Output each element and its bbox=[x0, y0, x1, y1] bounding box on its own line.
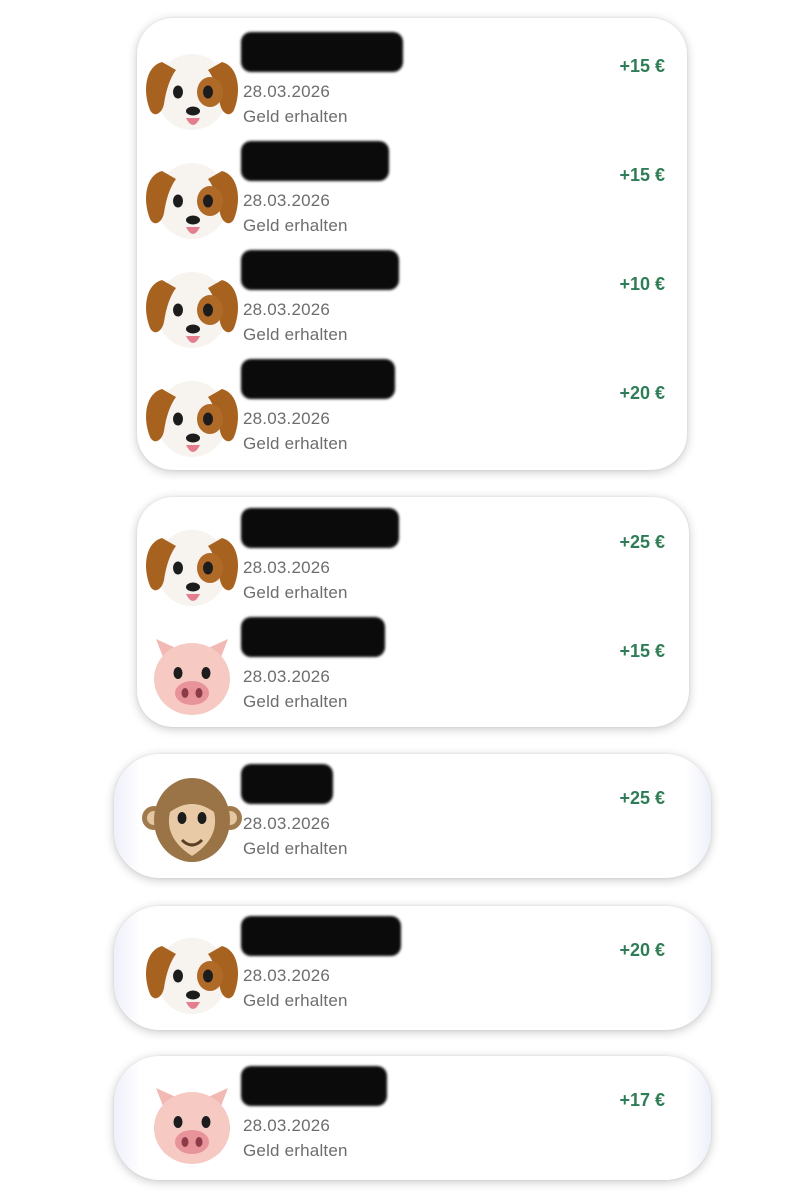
transaction-group-card: 28.03.2026 Geld erhalten +25 € 28.03.202… bbox=[137, 497, 689, 727]
transaction-row[interactable]: 28.03.2026 Geld erhalten +17 € bbox=[137, 1060, 711, 1168]
transaction-group-card: 28.03.2026 Geld erhalten +15 € 28.03.202… bbox=[137, 18, 687, 470]
pig-emoji-icon bbox=[140, 619, 244, 719]
redacted-name bbox=[241, 508, 399, 548]
redacted-name bbox=[241, 1066, 387, 1106]
redacted-name bbox=[241, 250, 399, 290]
monkey-emoji-icon bbox=[140, 766, 244, 866]
transaction-row[interactable]: 28.03.2026 Geld erhalten +10 € bbox=[137, 244, 687, 352]
transaction-amount: +17 € bbox=[619, 1090, 665, 1110]
transaction-status: Geld erhalten bbox=[243, 991, 348, 1010]
transaction-amount: +15 € bbox=[619, 56, 665, 76]
transaction-date: 28.03.2026 bbox=[243, 558, 331, 577]
transaction-amount: +15 € bbox=[619, 165, 665, 185]
transaction-row[interactable]: 28.03.2026 Geld erhalten +25 € bbox=[137, 758, 711, 866]
transaction-date: 28.03.2026 bbox=[243, 409, 331, 428]
transaction-row[interactable]: 28.03.2026 Geld erhalten +20 € bbox=[137, 353, 687, 461]
transaction-status: Geld erhalten bbox=[243, 107, 348, 126]
transaction-date: 28.03.2026 bbox=[243, 814, 331, 833]
transaction-row[interactable]: 28.03.2026 Geld erhalten +15 € bbox=[137, 26, 687, 134]
transaction-status: Geld erhalten bbox=[243, 216, 348, 235]
pig-emoji-icon bbox=[140, 1068, 244, 1168]
transaction-amount: +10 € bbox=[619, 274, 665, 294]
redacted-name bbox=[241, 764, 333, 804]
transaction-row[interactable]: 28.03.2026 Geld erhalten +15 € bbox=[137, 135, 687, 243]
dog-emoji-icon bbox=[140, 143, 244, 243]
transaction-date: 28.03.2026 bbox=[243, 82, 331, 101]
transaction-date: 28.03.2026 bbox=[243, 966, 331, 985]
dog-emoji-icon bbox=[140, 918, 244, 1018]
transaction-date: 28.03.2026 bbox=[243, 300, 331, 319]
transaction-row[interactable]: 28.03.2026 Geld erhalten +20 € bbox=[137, 910, 711, 1018]
transaction-row[interactable]: 28.03.2026 Geld erhalten +25 € bbox=[137, 502, 689, 610]
redacted-name bbox=[241, 141, 389, 181]
dog-emoji-icon bbox=[140, 510, 244, 610]
transaction-group-card: 28.03.2026 Geld erhalten +20 € bbox=[114, 906, 711, 1030]
transaction-group-card: 28.03.2026 Geld erhalten +17 € bbox=[114, 1056, 711, 1180]
transaction-status: Geld erhalten bbox=[243, 434, 348, 453]
dog-emoji-icon bbox=[140, 361, 244, 461]
transaction-date: 28.03.2026 bbox=[243, 191, 331, 210]
redacted-name bbox=[241, 32, 403, 72]
transaction-status: Geld erhalten bbox=[243, 583, 348, 602]
transaction-date: 28.03.2026 bbox=[243, 667, 331, 686]
transaction-amount: +25 € bbox=[619, 532, 665, 552]
transaction-status: Geld erhalten bbox=[243, 839, 348, 858]
transaction-date: 28.03.2026 bbox=[243, 1116, 331, 1135]
transaction-amount: +20 € bbox=[619, 940, 665, 960]
transaction-history: 28.03.2026 Geld erhalten +15 € 28.03.202… bbox=[0, 0, 799, 1200]
transaction-status: Geld erhalten bbox=[243, 692, 348, 711]
transaction-row[interactable]: 28.03.2026 Geld erhalten +15 € bbox=[137, 611, 689, 719]
transaction-group-card: 28.03.2026 Geld erhalten +25 € bbox=[114, 754, 711, 878]
transaction-amount: +20 € bbox=[619, 383, 665, 403]
transaction-amount: +15 € bbox=[619, 641, 665, 661]
transaction-amount: +25 € bbox=[619, 788, 665, 808]
transaction-status: Geld erhalten bbox=[243, 325, 348, 344]
dog-emoji-icon bbox=[140, 252, 244, 352]
redacted-name bbox=[241, 359, 395, 399]
redacted-name bbox=[241, 916, 401, 956]
transaction-status: Geld erhalten bbox=[243, 1141, 348, 1160]
dog-emoji-icon bbox=[140, 34, 244, 134]
redacted-name bbox=[241, 617, 385, 657]
